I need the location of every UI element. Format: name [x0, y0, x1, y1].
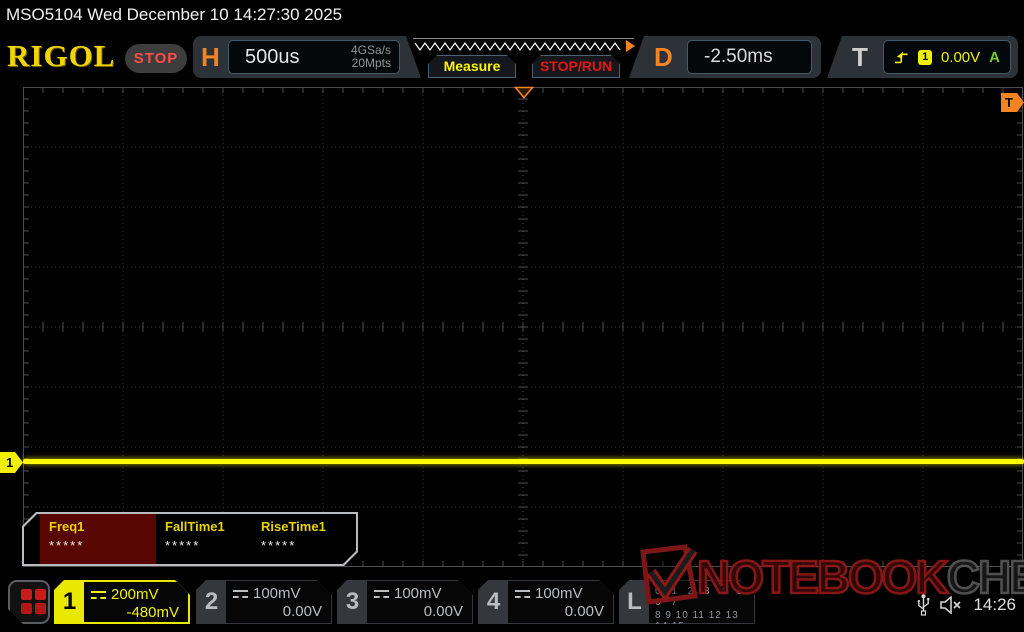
trigger-position-icon[interactable] [514, 86, 534, 99]
usb-icon [917, 594, 930, 616]
logic-channels-8-15: 8 9 10 11 12 13 14 15 [655, 610, 750, 632]
rigol-logo: RIGOL [7, 38, 115, 74]
trigger-label: T [852, 41, 868, 73]
status-clock: 14:26 [973, 595, 1016, 615]
channel2-scale: 100mV [253, 585, 301, 602]
delay-label: D [654, 41, 673, 73]
channel1-trace [23, 459, 1024, 464]
delay-value: -2.50ms [688, 41, 811, 73]
trigger-box[interactable]: 1 0.00V A [883, 40, 1011, 74]
trigger-mode-auto: A [989, 49, 1000, 66]
channel3-offset: 0.00V [374, 603, 463, 620]
delay-box[interactable]: -2.50ms [687, 40, 812, 74]
channel1-scale: 200mV [111, 586, 159, 603]
trigger-panel[interactable]: T 1 0.00V A [827, 36, 1018, 78]
logic-channels-0-7: 0 1 2 3 4 5 6 7 [655, 586, 750, 608]
measurement-freq1[interactable]: Freq1 ***** [40, 514, 156, 564]
channel-4-box[interactable]: 4 100mV 0.00V [478, 580, 614, 624]
logic-pod-box[interactable]: L 0 1 2 3 4 5 6 7 8 9 10 11 12 13 14 15 [619, 580, 755, 624]
dc-coupling-icon [91, 591, 106, 599]
dc-coupling-icon [515, 590, 530, 598]
timebase-value: 500us [229, 46, 351, 69]
graticule-grid [23, 87, 1023, 567]
measurement-panel: Freq1 ***** FallTime1 ***** RiseTime1 **… [22, 512, 358, 566]
timebase-box[interactable]: 500us 4GSa/s 20Mpts [228, 40, 400, 74]
channel1-ground-marker[interactable]: 1 [0, 452, 23, 473]
measurement-falltime1[interactable]: FallTime1 ***** [156, 514, 252, 564]
titlebar-model-and-datetime: MSO5104 Wed December 10 14:27:30 2025 [0, 0, 1024, 30]
channel-1-box[interactable]: 1 200mV -480mV [54, 580, 190, 624]
stop-run-button[interactable]: STOP/RUN [532, 55, 620, 78]
memory-depth: 20Mpts [352, 56, 391, 70]
delay-panel[interactable]: D -2.50ms [629, 36, 821, 78]
sample-rate: 4GSa/s [351, 43, 391, 57]
overview-waveform-icon [413, 39, 634, 53]
menu-grid-icon [21, 589, 32, 600]
channel3-scale: 100mV [394, 585, 442, 602]
horizontal-panel[interactable]: H 500us 4GSa/s 20Mpts [193, 36, 421, 78]
horizontal-label: H [201, 41, 220, 73]
trigger-source-badge: 1 [918, 50, 932, 65]
sound-muted-icon[interactable] [940, 596, 963, 614]
acquisition-state-badge[interactable]: STOP [125, 44, 187, 73]
channel1-offset: -480mV [91, 604, 179, 621]
channel-3-box[interactable]: 3 100mV 0.00V [337, 580, 473, 624]
trigger-level-value: 0.00V [941, 49, 980, 66]
channel2-offset: 0.00V [233, 603, 322, 620]
waveform-overview-strip[interactable] [413, 38, 634, 52]
channel-2-box[interactable]: 2 100mV 0.00V [196, 580, 332, 624]
dc-coupling-icon [374, 590, 389, 598]
measure-button[interactable]: Measure [428, 55, 516, 78]
measurement-risetime1[interactable]: RiseTime1 ***** [252, 514, 352, 564]
channel4-scale: 100mV [535, 585, 583, 602]
dc-coupling-icon [233, 590, 248, 598]
channel4-offset: 0.00V [515, 603, 604, 620]
overview-position-icon [626, 40, 635, 52]
trigger-slope-icon [894, 50, 909, 65]
main-menu-button[interactable] [8, 580, 50, 624]
